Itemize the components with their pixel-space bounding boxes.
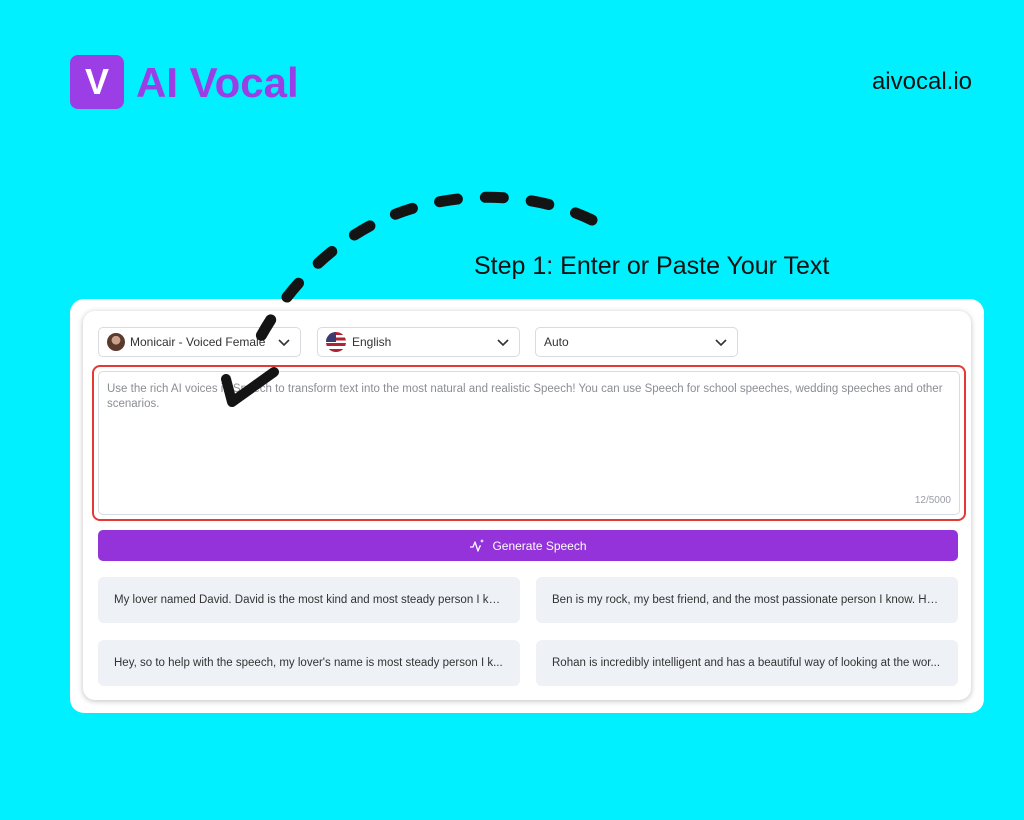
chevron-down-icon <box>715 339 727 347</box>
us-flag-icon <box>326 332 346 352</box>
sample-text-2[interactable]: Ben is my rock, my best friend, and the … <box>536 577 958 623</box>
sample-text-label: Hey, so to help with the speech, my love… <box>114 657 503 669</box>
voice-select-label: Monicair - Voiced Female <box>130 335 266 349</box>
sample-text-label: My lover named David. David is the most … <box>114 594 504 606</box>
brand-logo: V <box>70 55 124 109</box>
sample-text-4[interactable]: Rohan is incredibly intelligent and has … <box>536 640 958 686</box>
text-input-content: Use the rich AI voices in Speech to tran… <box>107 383 943 410</box>
chevron-down-icon <box>497 339 509 347</box>
char-count: 12/5000 <box>914 495 951 506</box>
text-input[interactable]: Use the rich AI voices in Speech to tran… <box>98 371 960 515</box>
language-select[interactable]: English <box>317 327 520 357</box>
domain-text: aivocal.io <box>871 68 972 95</box>
sample-text-3[interactable]: Hey, so to help with the speech, my love… <box>98 640 520 686</box>
sample-text-label: Rohan is incredibly intelligent and has … <box>552 657 941 669</box>
sample-text-1[interactable]: My lover named David. David is the most … <box>98 577 520 623</box>
sample-text-label: Ben is my rock, my best friend, and the … <box>552 594 942 606</box>
style-select-label: Auto <box>544 335 569 349</box>
text-input-highlight: Use the rich AI voices in Speech to tran… <box>92 365 966 521</box>
style-select[interactable]: Auto <box>535 327 738 357</box>
voice-select[interactable]: Monicair - Voiced Female <box>98 327 301 357</box>
avatar-icon <box>107 333 125 351</box>
generate-speech-label: Generate Speech <box>492 538 587 553</box>
generate-speech-button[interactable]: Generate Speech <box>98 530 958 561</box>
step-title: Step 1: Enter or Paste Your Text <box>474 252 830 280</box>
brand-name: AI Vocal <box>136 59 299 106</box>
language-select-label: English <box>352 335 392 349</box>
sparkle-wave-icon <box>470 538 485 552</box>
chevron-down-icon <box>278 339 290 347</box>
